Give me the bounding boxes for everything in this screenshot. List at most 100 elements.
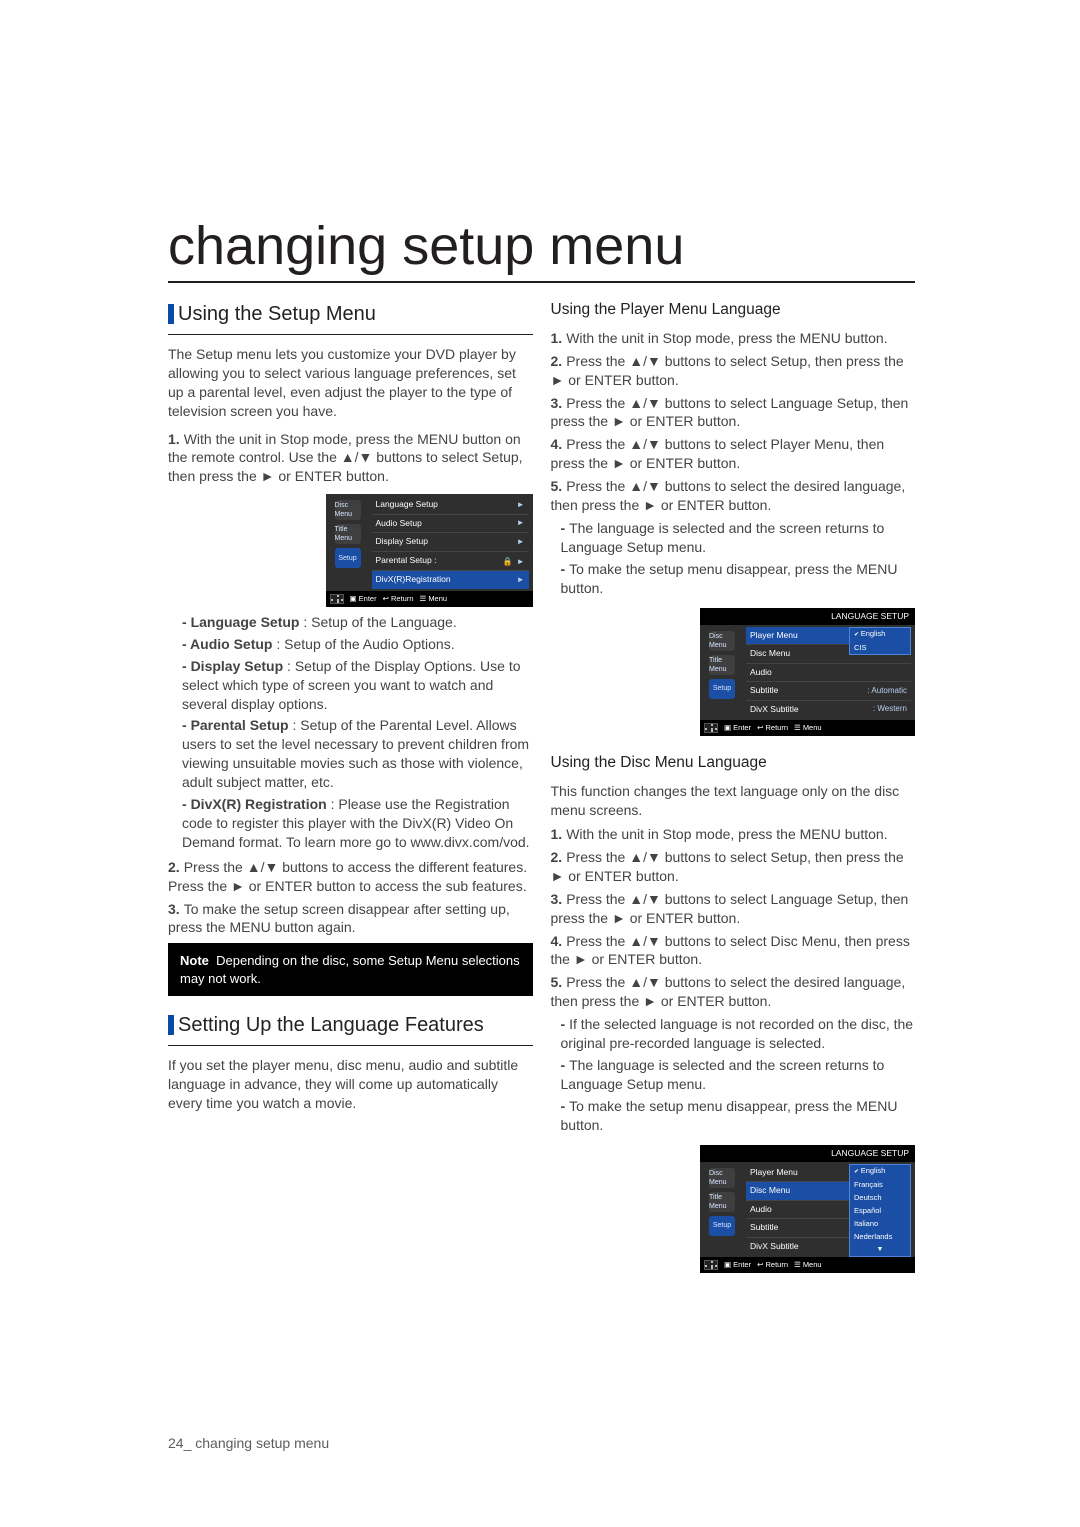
two-column-layout: Using the Setup Menu The Setup menu lets… xyxy=(168,297,915,1279)
setup-step-list: 1.With the unit in Stop mode, press the … xyxy=(168,430,533,487)
page-title: changing setup menu xyxy=(168,215,915,283)
menu-row-divx-registration[interactable]: DivX(R)Registration ► xyxy=(372,571,529,588)
subheading-player-menu-language: Using the Player Menu Language xyxy=(551,300,916,321)
menu-footer-bar: ▣ Enter ↩ Return ☰ Menu xyxy=(326,591,533,607)
dm-note-2: The language is selected and the screen … xyxy=(561,1056,916,1094)
footer-hint-enter: ▣ Enter xyxy=(724,723,751,733)
language-option[interactable]: Italiano xyxy=(850,1217,910,1230)
menu-titlebar: LANGUAGE SETUP xyxy=(700,608,915,625)
menu-row-display-setup[interactable]: Display Setup ► xyxy=(372,533,529,551)
setup-item-display: Display Setup : Setup of the Display Opt… xyxy=(182,657,533,714)
setup-item-language: Language Setup : Setup of the Language. xyxy=(182,613,533,632)
language-option[interactable]: Deutsch xyxy=(850,1191,910,1204)
disc-menu-tab-label: Disc Menu xyxy=(335,501,361,520)
language-option[interactable]: Nederlands xyxy=(850,1231,910,1244)
setup-step-3: 3.To make the setup screen disappear aft… xyxy=(168,900,533,938)
pm-note-1: The language is selected and the screen … xyxy=(561,519,916,557)
pm-step-2: 2.Press the ▲/▼ buttons to select Setup,… xyxy=(551,352,916,390)
chevron-down-icon[interactable]: ▼ xyxy=(850,1244,910,1256)
footer-hint-menu: ☰ Menu xyxy=(794,723,822,733)
footer-hint-enter: ▣ Enter xyxy=(724,1260,751,1270)
menu-row-label: Audio Setup xyxy=(376,518,422,529)
setup-item-parental: Parental Setup : Setup of the Parental L… xyxy=(182,716,533,792)
disc-menu-steps: 1.With the unit in Stop mode, press the … xyxy=(551,825,916,1011)
dm-step-5: 5.Press the ▲/▼ buttons to select the de… xyxy=(551,973,916,1011)
menu-row-subtitle[interactable]: Subtitle: Automatic xyxy=(746,682,911,700)
language-option-cis[interactable]: CIS xyxy=(850,641,910,654)
footer-hint-enter: ▣ Enter xyxy=(350,594,377,604)
left-column: Using the Setup Menu The Setup menu lets… xyxy=(168,297,533,1279)
dm-note-1: If the selected language is not recorded… xyxy=(561,1015,916,1053)
menu-footer-bar: ▣ Enter ↩ Return ☰ Menu xyxy=(700,1257,915,1273)
menu-row-label: Display Setup xyxy=(376,536,428,547)
footer-hint-menu: ☰ Menu xyxy=(420,594,448,604)
disc-menu-intro: This function changes the text language … xyxy=(551,782,916,820)
footer-hint-return: ↩ Return xyxy=(757,723,788,733)
dm-step-1: 1.With the unit in Stop mode, press the … xyxy=(551,825,916,844)
menu-row-audio[interactable]: Audio xyxy=(746,664,911,682)
language-features-paragraph: If you set the player menu, disc menu, a… xyxy=(168,1056,533,1113)
dpad-icon xyxy=(704,1260,718,1270)
disc-menu-tab-icon[interactable]: Disc Menu xyxy=(709,631,735,651)
disc-menu-tab-icon[interactable]: Disc Menu xyxy=(335,500,361,520)
chevron-right-icon: ► xyxy=(517,500,525,511)
section-heading-setup: Using the Setup Menu xyxy=(168,301,533,328)
setup-tab-label: Setup xyxy=(338,554,356,563)
player-menu-steps: 1.With the unit in Stop mode, press the … xyxy=(551,329,916,515)
disc-menu-notes: If the selected language is not recorded… xyxy=(561,1015,916,1134)
menu-row-label: DivX(R)Registration xyxy=(376,574,451,585)
chevron-right-icon: ► xyxy=(517,557,525,566)
language-option-english[interactable]: English xyxy=(850,628,910,641)
dm-note-3: To make the setup menu disappear, press … xyxy=(561,1097,916,1135)
menu-row-label: Language Setup xyxy=(376,499,438,510)
setup-step-1: 1.With the unit in Stop mode, press the … xyxy=(168,430,533,487)
menu-row-parental-setup[interactable]: Parental Setup : 🔒 ► xyxy=(372,552,529,572)
dpad-icon xyxy=(330,594,344,604)
pm-step-4: 4.Press the ▲/▼ buttons to select Player… xyxy=(551,435,916,473)
menu-row-label: Parental Setup : xyxy=(376,555,437,566)
onscreen-menu-language-setup-disc: LANGUAGE SETUP Disc Menu Title Menu Setu… xyxy=(700,1145,915,1274)
heading-accent-icon xyxy=(168,304,174,324)
setup-step-1-text: With the unit in Stop mode, press the ME… xyxy=(168,431,523,485)
language-option[interactable]: Français xyxy=(850,1178,910,1191)
dpad-icon xyxy=(704,723,718,733)
title-menu-tab-label: Title Menu xyxy=(335,525,361,544)
onscreen-menu-language-setup-player: LANGUAGE SETUP Disc Menu Title Menu Setu… xyxy=(700,608,915,737)
dm-step-2: 2.Press the ▲/▼ buttons to select Setup,… xyxy=(551,848,916,886)
section-heading-language-features: Setting Up the Language Features xyxy=(168,1012,533,1039)
player-menu-notes: The language is selected and the screen … xyxy=(561,519,916,598)
setup-tab-icon[interactable]: Setup xyxy=(709,679,735,699)
note-label: Note xyxy=(180,953,209,968)
setup-tab-icon[interactable]: Setup xyxy=(335,548,361,568)
chevron-right-icon: ► xyxy=(517,575,525,586)
setup-item-divx: DivX(R) Registration : Please use the Re… xyxy=(182,795,533,852)
menu-row-divx-subtitle[interactable]: DivX Subtitle: Western xyxy=(746,701,911,718)
language-option[interactable]: Español xyxy=(850,1204,910,1217)
title-menu-tab-icon[interactable]: Title Menu xyxy=(709,655,735,675)
menu-row-language-setup[interactable]: Language Setup ► xyxy=(372,496,529,514)
footer-hint-menu: ☰ Menu xyxy=(794,1260,822,1270)
setup-item-audio: Audio Setup : Setup of the Audio Options… xyxy=(182,635,533,654)
title-menu-tab-icon[interactable]: Title Menu xyxy=(709,1192,735,1212)
onscreen-menu-setup: Disc Menu Title Menu Setup Language Setu… xyxy=(326,494,533,607)
language-picker-dropdown[interactable]: English CIS xyxy=(849,627,911,655)
heading-accent-icon xyxy=(168,1015,174,1035)
menu-row-audio-setup[interactable]: Audio Setup ► xyxy=(372,515,529,533)
manual-page: changing setup menu Using the Setup Menu… xyxy=(0,0,1080,1527)
title-menu-tab-icon[interactable]: Title Menu xyxy=(335,524,361,544)
pm-step-3: 3.Press the ▲/▼ buttons to select Langua… xyxy=(551,394,916,432)
intro-paragraph: The Setup menu lets you customize your D… xyxy=(168,345,533,421)
setup-tab-icon[interactable]: Setup xyxy=(709,1216,735,1236)
language-option[interactable]: English xyxy=(850,1165,910,1178)
section-heading-setup-text: Using the Setup Menu xyxy=(178,303,376,325)
lock-icon: 🔒 xyxy=(503,557,513,566)
page-footer-label: 24_ changing setup menu xyxy=(168,1435,329,1451)
note-callout: Note Depending on the disc, some Setup M… xyxy=(168,943,533,996)
note-text: Depending on the disc, some Setup Menu s… xyxy=(180,953,520,986)
pm-note-2: To make the setup menu disappear, press … xyxy=(561,560,916,598)
subheading-disc-menu-language: Using the Disc Menu Language xyxy=(551,753,916,774)
disc-menu-tab-icon[interactable]: Disc Menu xyxy=(709,1168,735,1188)
chevron-right-icon: ► xyxy=(517,537,525,548)
chevron-right-icon: ► xyxy=(517,518,525,529)
language-picker-dropdown[interactable]: English Français Deutsch Español Italian… xyxy=(849,1164,911,1257)
